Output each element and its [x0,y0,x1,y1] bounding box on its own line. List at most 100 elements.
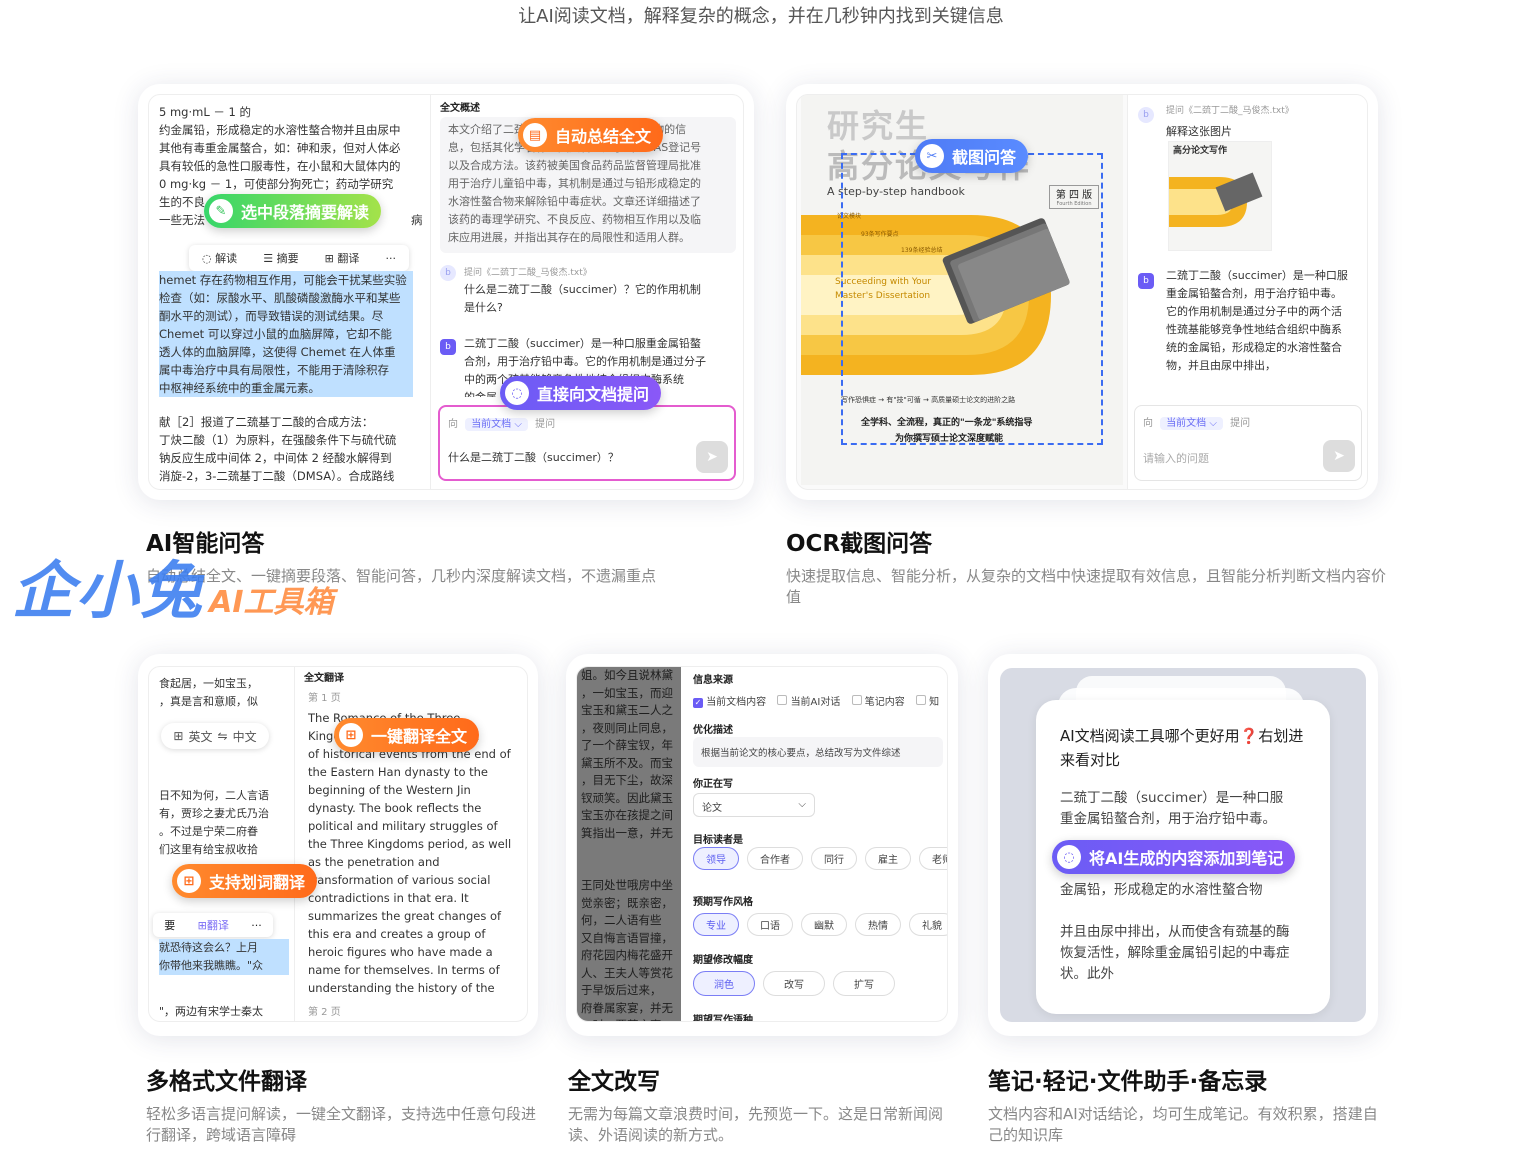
highlighted-paragraph[interactable]: hemet 存在药物相互作用，可能会干扰某些实验 检查（如：尿酸水平、肌酸磷酸激… [159,271,413,397]
translate-title: 多格式文件翻译 [146,1069,307,1095]
writing-select[interactable]: 论文 ⌵ [693,793,815,817]
translate-icon: ⊞ [173,729,184,743]
translate-icon: ⊞ [177,869,201,893]
reader-chips: 领导合作者同行雇主老师顾客 [693,847,947,870]
rewrite-screenshot: 姐。如今且说林黛 ，一如宝玉，而迎 宝玉和黛玉二人之 ，夜则同止同息， 了一个薛… [576,666,948,1022]
answer-text: 二巯丁二酸（succimer）是一种口服 重金属铅螯合剂，用于治疗铅中毒。 它的… [1166,269,1348,372]
select-icon: ✎ [209,199,233,223]
ocr-chat-panel: b 提问《二巯丁二酸_马俊杰.txt》 解释这张图片 高分论文写作 b 二巯丁二… [1127,95,1367,489]
writing-label: 你正在写 [693,779,733,790]
translate-icon: ⊞ [339,723,363,747]
input-placeholder[interactable]: 请输入的问题 [1143,450,1209,466]
ask-doc-pill: ◌ 直接向文档提问 [500,376,662,410]
toolbar-summary[interactable]: ☰ 摘要 [263,250,298,266]
doc-text-top: 食起居，一如宝玉， ，真是言和意顺，似 [159,677,258,708]
toolbar-translate[interactable]: ⊞ 翻译 [325,250,360,266]
add-to-note-pill[interactable]: ◌ 将AI生成的内容添加到笔记 [1052,840,1296,874]
chat-icon: ◌ [505,381,529,405]
send-icon[interactable]: ➤ [696,441,728,473]
screenshot-qa-pill: ✂ 截图问答 [915,139,1029,173]
user-avatar: b [1138,107,1154,123]
doc-pane-dark: 姐。如今且说林黛 ，一如宝玉，而迎 宝玉和黛玉二人之 ，夜则同止同息， 了一个薛… [577,667,681,1021]
ai-avatar: b [440,339,456,355]
summary-icon: ▤ [523,123,547,147]
source-options: ✓ 当前文档内容 当前AI对话 笔记内容 知 [693,693,939,708]
rewrite-card: 姐。如今且说林黛 ，一如宝玉，而迎 宝玉和黛玉二人之 ，夜则同止同息， 了一个薛… [566,654,958,1036]
chevron-down-icon: ⌵ [798,799,806,810]
source-doc-check[interactable]: ✓ 当前文档内容 [693,697,766,708]
paragraph-summary-pill: ✎ 选中段落摘要解读 [204,194,382,228]
thumbnail-graphic [1169,172,1263,227]
doc-pane: 食起居，一如宝玉， ，真是言和意顺，似 ⊞ 英文 ⇋ 中文 日不知为何，二人言语 有，… [149,667,295,1021]
scissors-icon: ✂ [920,144,944,168]
ai-qa-card: 5 mg·mL － 1 的 约金属铅，形成稳定的水溶性螯合物并且由尿中 其他有毒… [138,84,754,500]
panel-label: 全文翻译 [304,673,344,684]
ai-qa-screenshot: 5 mg·mL － 1 的 约金属铅，形成稳定的水溶性螯合物并且由尿中 其他有毒… [148,94,744,490]
page-1-label: 第 1 页 [308,693,341,704]
question-input[interactable]: 向 当前文档 ⌵ 提问 什么是二巯丁二酸（succimer）？ ➤ [438,405,736,481]
input-scope-row: 向 当前文档 ⌵ 提问 [1143,417,1251,430]
style-chips: 专业口语幽默热情礼貌简洁 [693,913,947,936]
lang-switch[interactable]: ⊞ 英文 ⇋ 中文 [161,723,269,749]
doc-toolbar: ◌ 解读 ☰ 摘要 ⊞ 翻译 ··· [189,245,409,271]
note-text-3: 并且由尿中排出，从而使含有巯基的酶 恢复活性，解除重金属铅引起的中毒症 状。此外 [1060,924,1290,982]
info-source-label: 信息来源 [693,675,733,686]
word-translate-pill: ⊞ 支持划词翻译 [172,864,318,898]
source-notes-check[interactable]: 笔记内容 [851,695,905,708]
toolbar-interpret[interactable]: ◌ 解读 [202,250,237,266]
auto-summary-pill: ▤ 自动总结全文 [518,118,664,152]
translate-desc: 轻松多语言提问解读，一键全文翻译，支持选中任意句段进行翻译，跨域语言障碍 [146,1105,537,1144]
reader-label: 目标读者是 [693,835,743,846]
watermark-logo: 企小兔 AI工具箱 [12,554,334,627]
scope-select[interactable]: 当前文档 ⌵ [1160,417,1223,430]
language-label: 期望写作语种 [693,1015,753,1022]
note-text-2: 金属铅，形成稳定的水溶性螯合物 [1060,882,1263,898]
question-input[interactable]: 向 当前文档 ⌵ 提问 请输入的问题 ➤ [1134,405,1362,481]
scope-select[interactable]: 当前文档 ⌵ [465,418,528,431]
selection-frame[interactable] [841,153,1103,445]
source-ai-check[interactable]: 当前AI对话 [777,695,840,708]
doc-toolbar: 要 ⊞翻译 ··· [153,913,273,937]
translate-all-pill: ⊞ 一键翻译全文 [334,718,480,752]
doc-text-2: 献［2］报道了二巯基丁二酸的合成方法： 丁炔二酸（1）为原料，在强酸条件下与硫代… [159,415,397,483]
ocr-desc: 快速提取信息、智能分析，从复杂的文档中快速提取有效信息，且智能分析判断文档内容价… [786,567,1387,606]
style-label: 预期写作风格 [693,897,753,908]
question-text: 解释这张图片 [1166,125,1232,138]
notes-card: AI文档阅读工具哪个更好用❓右划进来看对比 二巯丁二酸（succimer）是一种… [988,654,1378,1036]
rewrite-form: 信息来源 ✓ 当前文档内容 当前AI对话 笔记内容 知 优化描述 根据当前论文的… [685,667,947,1022]
degree-chips: 润色 改写 扩写 [693,971,903,996]
send-icon[interactable]: ➤ [1323,440,1355,472]
doc-pane: 5 mg·mL － 1 的 约金属铅，形成稳定的水溶性螯合物并且由尿中 其他有毒… [149,95,431,489]
ocr-title: OCR截图问答 [786,531,933,557]
ocr-screenshot: 研究生 高分论文写作 A step-by-step handbook 第 四 版… [796,94,1368,490]
question-ref: 提问《二巯丁二酸_马俊杰.txt》 [1166,106,1294,116]
image-thumbnail: 高分论文写作 [1168,141,1272,251]
notes-title: 笔记·轻记·文件助手·备忘录 [988,1069,1268,1095]
optimize-input[interactable]: 根据当前论文的核心要点，总结改写为文件综述 [693,737,943,767]
swap-icon: ⇋ [217,729,228,743]
note-text-1: 二巯丁二酸（succimer）是一种口服 重金属铅螯合剂，用于治疗铅中毒。 [1060,790,1284,827]
doc-text-last: "，两边有宋学士秦太 [159,1005,264,1018]
notes-desc: 文档内容和AI对话结论，均可生成笔记。有效积累，搭建自己的知识库 [988,1105,1378,1144]
translate-screenshot: 食起居，一如宝玉， ，真是言和意顺，似 ⊞ 英文 ⇋ 中文 日不知为何，二人言语 有，… [148,666,528,1022]
input-scope-row: 向 当前文档 ⌵ 提问 [448,418,556,431]
selected-text[interactable]: 就恐待这会么？上月 你带他来我瞧瞧。"众 [159,939,289,975]
toolbar-translate[interactable]: ⊞翻译 [198,917,229,933]
source-more-check[interactable]: 知 [915,695,939,708]
degree-label: 期望修改幅度 [693,955,753,966]
question-ref: 提问《二巯丁二酸_马俊杰.txt》 [464,268,592,278]
doc-text-mid: 日不知为何，二人言语 有，贾珍之妻尤氏乃治 。不过是宁荣二府眷 们这里有给宝叔收… [159,789,269,856]
question-text: 什么是二巯丁二酸（succimer）？它的作用机制 是什么? [464,283,701,314]
chat-icon: ◌ [1057,845,1081,869]
rewrite-title: 全文改写 [568,1069,660,1095]
optimize-label: 优化描述 [693,725,733,736]
toolbar-more[interactable]: ··· [385,252,396,265]
summary-panel: 全文概述 本文介绍了二巯基丁二酸（Succimer）药物的信 息，包括其化学名称… [432,95,743,489]
page-subtitle: 让AI阅读文档，解释复杂的概念，并在几秒钟内找到关键信息 [518,6,1004,27]
translate-card: 食起居，一如宝玉， ，真是言和意顺，似 ⊞ 英文 ⇋ 中文 日不知为何，二人言语 有，… [138,654,538,1036]
user-avatar: b [440,265,456,281]
summary-label: 全文概述 [440,103,480,114]
ai-avatar: b [1138,273,1154,289]
input-value[interactable]: 什么是二巯丁二酸（succimer）？ [448,449,619,465]
doc-text-tail: 病 [411,213,423,227]
